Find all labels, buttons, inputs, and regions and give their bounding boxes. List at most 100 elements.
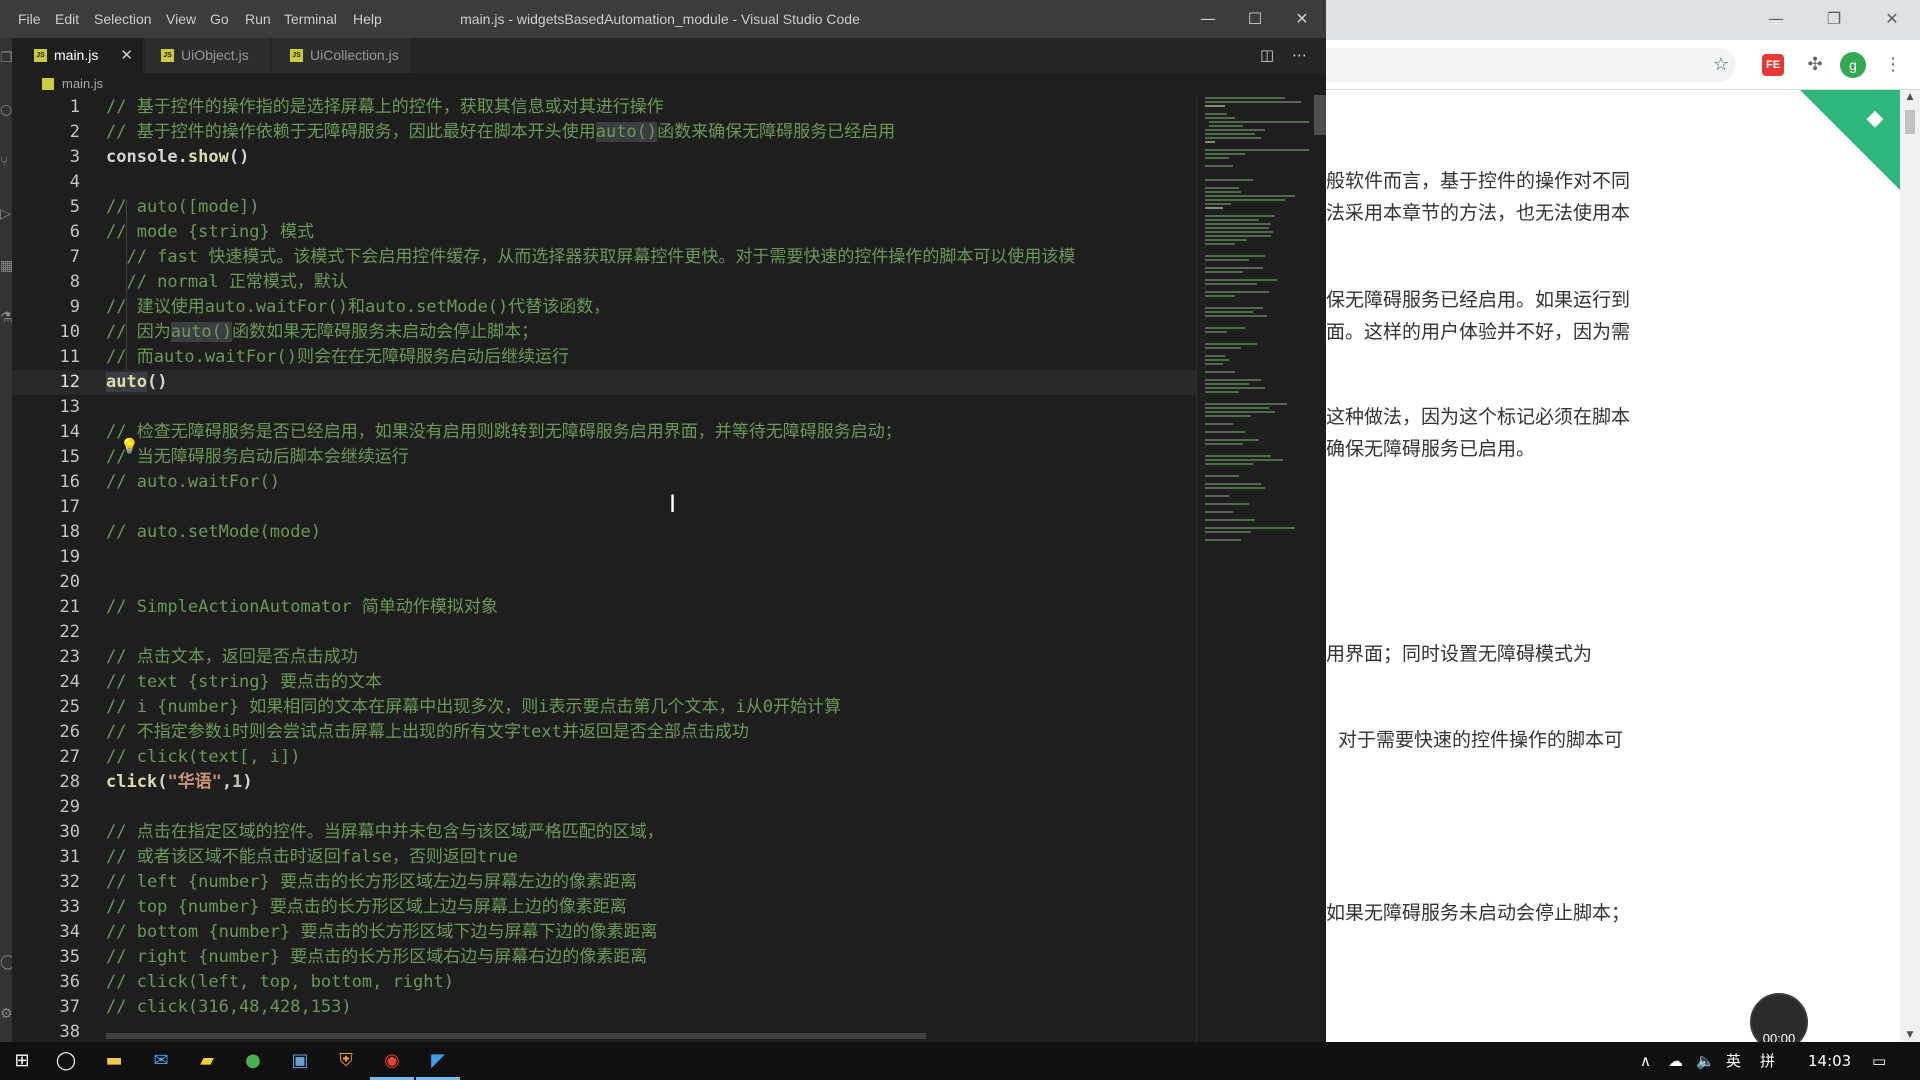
code-line-current[interactable]: 12 auto()	[12, 370, 1196, 395]
volume-icon[interactable]: 🔈	[1696, 1042, 1715, 1080]
menu-terminal[interactable]: Terminal	[284, 0, 337, 38]
tab-main-js[interactable]: JS main.js ✕	[12, 38, 144, 73]
notification-icon[interactable]: ▭	[1872, 1042, 1886, 1080]
address-bar[interactable]	[1326, 48, 1736, 82]
code-line[interactable]: 29	[12, 795, 1196, 820]
vscode-icon[interactable]: ◤	[424, 1047, 452, 1075]
scroll-thumb[interactable]	[1314, 95, 1326, 135]
cloud-icon[interactable]: ☁	[1668, 1042, 1683, 1080]
sticky-notes-icon[interactable]: ▰	[193, 1047, 221, 1075]
clock[interactable]: 14:03	[1808, 1042, 1851, 1080]
menu-view[interactable]: View	[166, 0, 196, 38]
breadcrumb-file[interactable]: main.js	[62, 73, 103, 95]
run-icon[interactable]: ▷	[0, 204, 12, 224]
split-editor-icon[interactable]: ◫	[1260, 38, 1274, 73]
close-icon[interactable]: ✕	[1870, 6, 1914, 32]
code-line[interactable]: 23 // 点击文本，返回是否点击成功	[12, 645, 1196, 670]
windows-start-icon[interactable]: ⊞	[8, 1047, 36, 1075]
tab-uicollection-js[interactable]: JS UiCollection.js	[272, 38, 412, 73]
more-vertical-icon[interactable]: ⋮	[1880, 52, 1906, 78]
code-line[interactable]: 19	[12, 545, 1196, 570]
code-line[interactable]: 6 // mode {string} 模式	[12, 220, 1196, 245]
search-icon[interactable]: ○	[0, 100, 12, 120]
puzzle-icon[interactable]: ✣	[1802, 52, 1828, 78]
code-line[interactable]: 9 // 建议使用auto.waitFor()和auto.setMode()代替该…	[12, 295, 1196, 320]
github-corner-icon[interactable]: ◆	[1860, 104, 1890, 134]
code-line[interactable]: 16 // auto.waitFor()	[12, 470, 1196, 495]
chrome-icon[interactable]: ◉	[378, 1047, 406, 1075]
file-explorer-icon[interactable]: ▬	[100, 1047, 128, 1075]
code-line[interactable]: 4	[12, 170, 1196, 195]
extensions-icon[interactable]: ▦	[0, 256, 12, 276]
source-control-icon[interactable]: ⑂	[0, 152, 12, 172]
code-line[interactable]: 30 // 点击在指定区域的控件。当屏幕中并未包含与该区域严格匹配的区域，	[12, 820, 1196, 845]
code-line[interactable]: 37 // click(316,48,428,153)	[12, 995, 1196, 1020]
star-icon[interactable]: ☆	[1708, 52, 1734, 78]
code-line[interactable]: 3 console.show()	[12, 145, 1196, 170]
close-tab-icon[interactable]: ✕	[120, 38, 133, 73]
test-icon[interactable]: ⚗	[0, 308, 12, 328]
minimize-icon[interactable]: —	[1185, 0, 1231, 38]
code-line[interactable]: 26 // 不指定参数i时则会尝试点击屏幕上出现的所有文字text并返回是否全部点…	[12, 720, 1196, 745]
ime-language[interactable]: 英	[1726, 1042, 1741, 1080]
scroll-thumb[interactable]	[1905, 110, 1915, 134]
code-editor[interactable]: 1 // 基于控件的操作指的是选择屏幕上的控件，获取其信息或对其进行操作 2 // …	[12, 95, 1196, 1042]
code-line[interactable]: 24 // text {string} 要点击的文本	[12, 670, 1196, 695]
code-line[interactable]: 27 // click(text[, i])	[12, 745, 1196, 770]
tray-expand-icon[interactable]: ∧	[1640, 1042, 1651, 1080]
menu-run[interactable]: Run	[245, 0, 271, 38]
code-line[interactable]: 1 // 基于控件的操作指的是选择屏幕上的控件，获取其信息或对其进行操作	[12, 95, 1196, 120]
ime-mode[interactable]: 拼	[1760, 1042, 1775, 1080]
code-line[interactable]: 34 // bottom {number} 要点击的长方形区域下边与屏幕下边的像素…	[12, 920, 1196, 945]
code-line[interactable]: 20	[12, 570, 1196, 595]
code-line[interactable]: 11 // 而auto.waitFor()则会在在无障碍服务启动后继续运行	[12, 345, 1196, 370]
restore-icon[interactable]: ❐	[1812, 6, 1856, 32]
more-actions-icon[interactable]: ⋯	[1292, 38, 1307, 73]
code-line[interactable]: 36 // click(left, top, bottom, right)	[12, 970, 1196, 995]
account-icon[interactable]: ◯	[0, 952, 12, 972]
shield-app-icon[interactable]: ⛨	[332, 1047, 360, 1075]
close-icon[interactable]: ✕	[1279, 0, 1325, 38]
code-line[interactable]: 15 // 当无障碍服务启动后脚本会继续运行	[12, 445, 1196, 470]
code-line[interactable]: 32 // left {number} 要点击的长方形区域左边与屏幕左边的像素距离	[12, 870, 1196, 895]
maximize-icon[interactable]: ☐	[1232, 0, 1278, 38]
code-line[interactable]: 10 // 因为auto()函数如果无障碍服务未启动会停止脚本；	[12, 320, 1196, 345]
code-line[interactable]: 22	[12, 620, 1196, 645]
wechat-icon[interactable]: ●	[239, 1047, 267, 1075]
code-line[interactable]: 18 // auto.setMode(mode)	[12, 520, 1196, 545]
avatar[interactable]: g	[1840, 52, 1866, 78]
horizontal-scrollbar[interactable]	[106, 1033, 926, 1039]
editor-scrollbar[interactable]	[1314, 95, 1326, 1042]
minimize-icon[interactable]: —	[1754, 6, 1798, 32]
code-line[interactable]: 25 // i {number} 如果相同的文本在屏幕中出现多次，则i表示要点击第…	[12, 695, 1196, 720]
tab-uiobject-js[interactable]: JS UiObject.js	[145, 38, 271, 73]
mail-icon[interactable]: ✉	[147, 1047, 175, 1075]
code-line[interactable]: 17	[12, 495, 1196, 520]
scroll-down-icon[interactable]: ▼	[1900, 1028, 1920, 1042]
settings-icon[interactable]: ⚙	[0, 1004, 12, 1024]
code-line[interactable]: 31 // 或者该区域不能点击时返回false，否则返回true	[12, 845, 1196, 870]
code-line[interactable]: 21 // SimpleActionAutomator 简单动作模拟对象	[12, 595, 1196, 620]
code-line[interactable]: 8 // normal 正常模式，默认	[12, 270, 1196, 295]
files-icon[interactable]: ❐	[0, 48, 12, 68]
menu-edit[interactable]: Edit	[55, 0, 79, 38]
code-line[interactable]: 13	[12, 395, 1196, 420]
code-line[interactable]: 35 // right {number} 要点击的长方形区域右边与屏幕右边的像素距…	[12, 945, 1196, 970]
menu-help[interactable]: Help	[353, 0, 382, 38]
code-line[interactable]: 14 // 检查无障碍服务是否已经启用，如果没有启用则跳转到无障碍服务启用界面，并…	[12, 420, 1196, 445]
menu-go[interactable]: Go	[210, 0, 229, 38]
menu-selection[interactable]: Selection	[94, 0, 152, 38]
cortana-icon[interactable]: ◯	[52, 1047, 80, 1075]
extension-fe-icon[interactable]: FE	[1762, 54, 1784, 76]
minimap[interactable]	[1196, 95, 1314, 1042]
code-line[interactable]: 28 click("华语",1)	[12, 770, 1196, 795]
lightbulb-icon[interactable]: 💡	[120, 437, 139, 455]
code-line[interactable]: 2 // 基于控件的操作依赖于无障碍服务，因此最好在脚本开头使用auto()函数来…	[12, 120, 1196, 145]
scroll-up-icon[interactable]: ▲	[1900, 90, 1920, 104]
code-line[interactable]: 33 // top {number} 要点击的长方形区域上边与屏幕上边的像素距离	[12, 895, 1196, 920]
code-line[interactable]: 5 // auto([mode])	[12, 195, 1196, 220]
code-line[interactable]: 7 // fast 快速模式。该模式下会启用控件缓存，从而选择器获取屏幕控件更快…	[12, 245, 1196, 270]
screen-recorder-icon[interactable]: ▣	[286, 1047, 314, 1075]
menu-file[interactable]: File	[18, 0, 41, 38]
browser-scrollbar[interactable]: ▲ ▼	[1900, 90, 1920, 1042]
